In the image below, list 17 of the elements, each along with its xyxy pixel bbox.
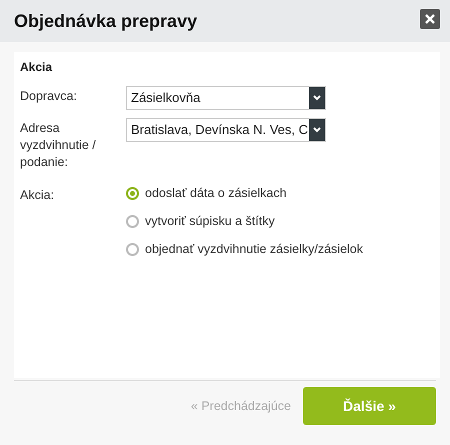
radio-option[interactable]: vytvoriť súpisku a štítky (126, 214, 275, 228)
field-label: Akcia: (20, 187, 56, 204)
radio-button[interactable] (126, 214, 139, 228)
radio-option[interactable]: odoslať dáta o zásielkach (126, 186, 287, 200)
radio-button[interactable] (126, 242, 139, 256)
section-title: Akcia (20, 60, 54, 74)
field-label: Adresa vyzdvihnutie / podanie: (20, 120, 97, 171)
radio-button[interactable] (126, 186, 139, 200)
chevron-down-icon (313, 95, 321, 101)
chevron-down-icon (313, 127, 321, 133)
field-label: Dopravca: (20, 88, 78, 105)
close-button[interactable] (420, 9, 440, 29)
dropdown-field[interactable]: Zásielkovňa (126, 86, 326, 110)
dialog-title: Objednávka prepravy (14, 10, 198, 32)
close-icon (425, 14, 435, 24)
dropdown-field[interactable]: Bratislava, Devínska N. Ves, C (126, 118, 326, 142)
radio-option[interactable]: objednať vyzdvihnutie zásielky/zásielok (126, 242, 363, 256)
